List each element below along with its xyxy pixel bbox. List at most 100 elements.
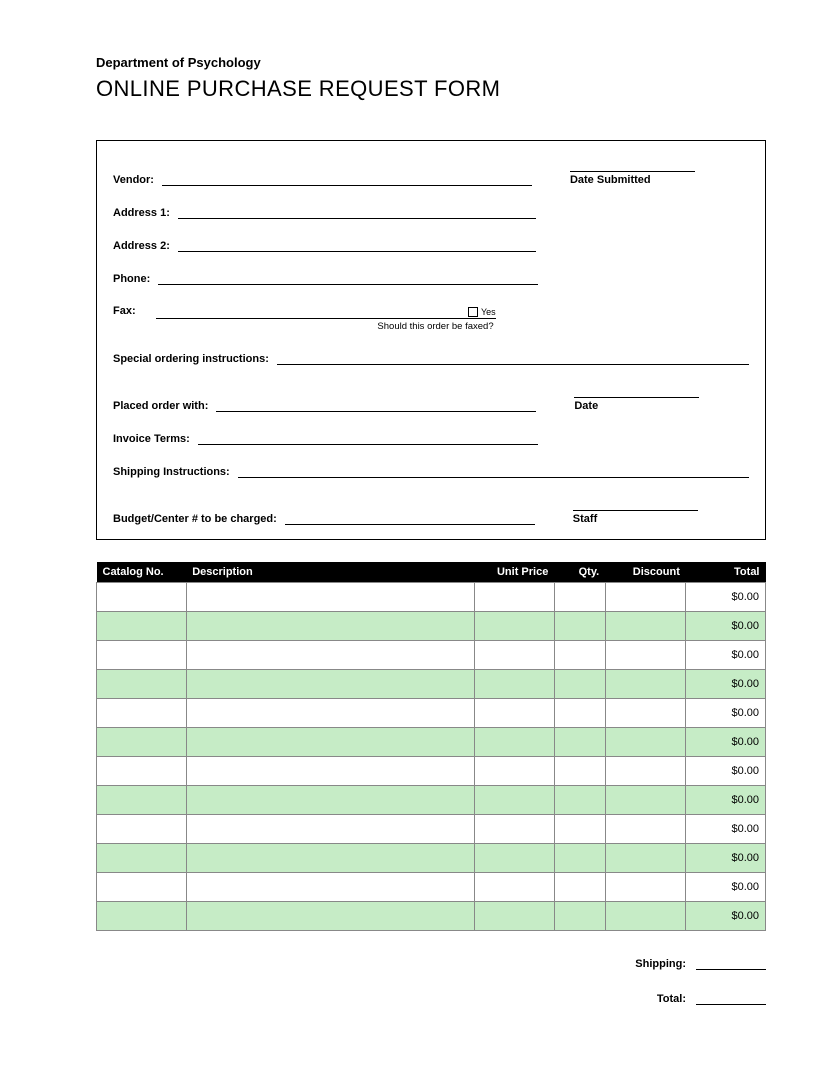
table-row: $0.00 [97,641,766,670]
table-row: $0.00 [97,902,766,931]
cell-qty[interactable] [554,728,605,757]
cell-catalog[interactable] [97,728,187,757]
cell-unit_price[interactable] [475,641,554,670]
placed-order-input[interactable] [216,397,536,412]
cell-qty[interactable] [554,641,605,670]
date-submitted-label: Date Submitted [570,174,695,186]
table-row: $0.00 [97,844,766,873]
shipping-instructions-input[interactable] [238,463,749,478]
cell-unit_price[interactable] [475,728,554,757]
cell-description[interactable] [186,612,475,641]
cell-catalog[interactable] [97,902,187,931]
cell-catalog[interactable] [97,641,187,670]
budget-center-label: Budget/Center # to be charged: [113,513,285,525]
cell-total: $0.00 [686,873,766,902]
cell-description[interactable] [186,583,475,612]
date-submitted-input[interactable] [570,157,695,172]
cell-catalog[interactable] [97,815,187,844]
cell-unit_price[interactable] [475,902,554,931]
shipping-total-label: Shipping: [635,958,686,970]
cell-discount[interactable] [605,902,686,931]
fax-input[interactable]: Yes [156,303,496,319]
shipping-total-input[interactable] [696,955,766,970]
vendor-form-box: Vendor: Date Submitted Address 1: Addres… [96,140,766,540]
cell-catalog[interactable] [97,844,187,873]
address2-label: Address 2: [113,240,178,252]
cell-unit_price[interactable] [475,612,554,641]
cell-qty[interactable] [554,844,605,873]
cell-discount[interactable] [605,844,686,873]
cell-catalog[interactable] [97,583,187,612]
cell-catalog[interactable] [97,612,187,641]
date-input[interactable] [574,383,699,398]
cell-discount[interactable] [605,612,686,641]
cell-unit_price[interactable] [475,844,554,873]
cell-qty[interactable] [554,612,605,641]
special-instructions-input[interactable] [277,350,749,365]
vendor-label: Vendor: [113,174,162,186]
cell-description[interactable] [186,844,475,873]
cell-description[interactable] [186,873,475,902]
cell-discount[interactable] [605,786,686,815]
cell-description[interactable] [186,786,475,815]
table-row: $0.00 [97,873,766,902]
line-items-table: Catalog No. Description Unit Price Qty. … [96,562,766,931]
table-row: $0.00 [97,612,766,641]
cell-qty[interactable] [554,873,605,902]
cell-qty[interactable] [554,670,605,699]
cell-total: $0.00 [686,612,766,641]
cell-catalog[interactable] [97,786,187,815]
cell-discount[interactable] [605,641,686,670]
cell-discount[interactable] [605,699,686,728]
cell-qty[interactable] [554,757,605,786]
cell-discount[interactable] [605,728,686,757]
cell-qty[interactable] [554,583,605,612]
cell-discount[interactable] [605,757,686,786]
address1-input[interactable] [178,204,536,219]
fax-yes-checkbox[interactable] [468,307,478,317]
cell-unit_price[interactable] [475,757,554,786]
cell-description[interactable] [186,728,475,757]
special-instructions-label: Special ordering instructions: [113,353,277,365]
page-title: ONLINE PURCHASE REQUEST FORM [96,76,777,102]
cell-unit_price[interactable] [475,873,554,902]
address2-input[interactable] [178,237,536,252]
cell-catalog[interactable] [97,699,187,728]
cell-description[interactable] [186,670,475,699]
table-row: $0.00 [97,728,766,757]
cell-unit_price[interactable] [475,699,554,728]
fax-question: Should this order be faxed? [156,319,496,332]
cell-catalog[interactable] [97,757,187,786]
cell-catalog[interactable] [97,873,187,902]
cell-discount[interactable] [605,583,686,612]
phone-label: Phone: [113,273,158,285]
cell-discount[interactable] [605,815,686,844]
cell-unit_price[interactable] [475,786,554,815]
cell-description[interactable] [186,757,475,786]
cell-unit_price[interactable] [475,670,554,699]
col-total: Total [686,562,766,583]
cell-qty[interactable] [554,699,605,728]
cell-description[interactable] [186,641,475,670]
cell-description[interactable] [186,815,475,844]
staff-input[interactable] [573,496,698,511]
cell-discount[interactable] [605,670,686,699]
cell-qty[interactable] [554,815,605,844]
invoice-terms-input[interactable] [198,430,538,445]
col-description: Description [186,562,475,583]
cell-total: $0.00 [686,583,766,612]
cell-description[interactable] [186,699,475,728]
cell-unit_price[interactable] [475,583,554,612]
vendor-input[interactable] [162,171,532,186]
grand-total-input[interactable] [696,990,766,1005]
cell-discount[interactable] [605,873,686,902]
cell-qty[interactable] [554,786,605,815]
cell-description[interactable] [186,902,475,931]
budget-center-input[interactable] [285,510,535,525]
cell-qty[interactable] [554,902,605,931]
phone-input[interactable] [158,270,538,285]
cell-unit_price[interactable] [475,815,554,844]
table-row: $0.00 [97,757,766,786]
cell-catalog[interactable] [97,670,187,699]
date-label: Date [574,400,699,412]
